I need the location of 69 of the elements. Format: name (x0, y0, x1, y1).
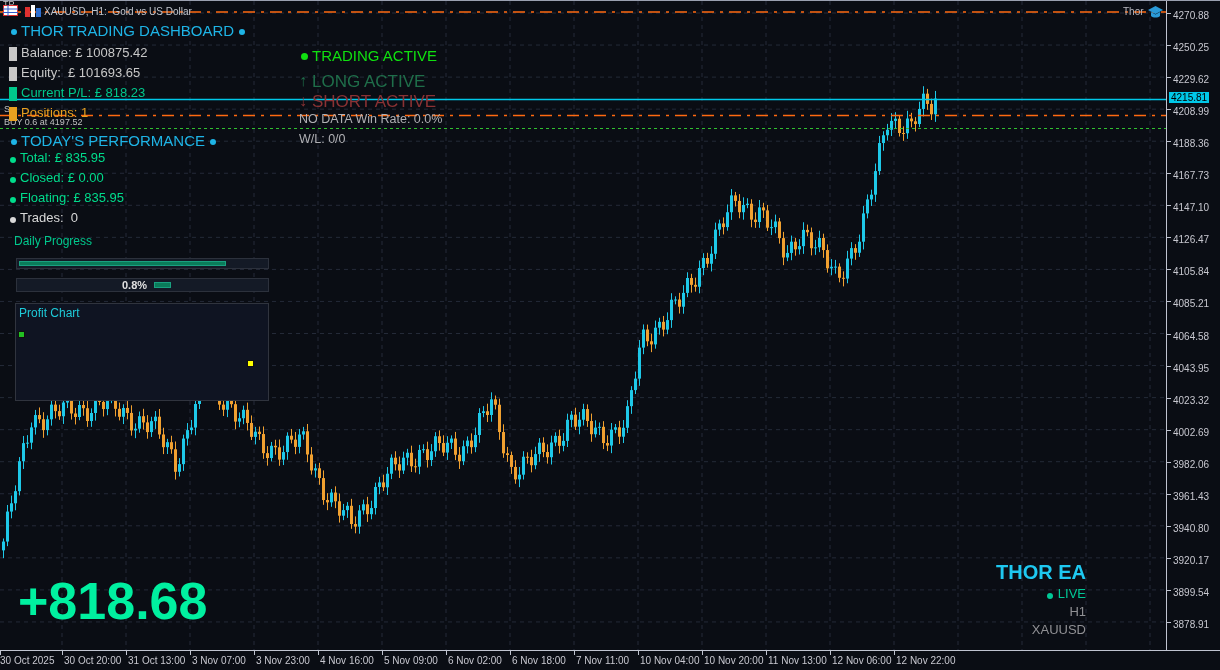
ea-title: THOR EA (996, 561, 1086, 584)
bullet-icon (11, 139, 17, 145)
profit-chart-title: Profit Chart (19, 307, 80, 321)
price-label: 4064.58 (1173, 329, 1210, 344)
symbol-label: XAUUSD (1031, 623, 1086, 638)
current-price-tag: 4215.81 (1169, 92, 1210, 103)
target-marker (153, 282, 171, 288)
stat-label: Balance: £ 100875.42 (21, 46, 148, 61)
live-label: LIVE (1057, 587, 1086, 602)
win-rate-label: NO DATA Win Rate: 0.0% (299, 112, 443, 127)
time-label: 4 Nov 16:00 (320, 654, 374, 668)
price-label: 3940.80 (1173, 521, 1210, 536)
price-label: 4147.10 (1173, 201, 1210, 216)
time-label: 12 Nov 22:00 (896, 654, 956, 668)
price-label: 4188.36 (1173, 137, 1210, 152)
live-dot-icon (1046, 593, 1053, 599)
price-label: 4023.32 (1173, 393, 1210, 408)
stat-label: Equity: £ 101693.65 (21, 66, 141, 81)
performance-label: Floating: £ 835.95 (20, 191, 125, 206)
time-label: 10 Nov 20:00 (704, 654, 764, 668)
performance-title: TODAY'S PERFORMANCE (21, 132, 205, 150)
dashboard-title: THOR TRADING DASHBOARD (21, 22, 235, 40)
price-label: 3961.43 (1173, 489, 1210, 504)
performance-label: Closed: £ 0.00 (20, 171, 104, 186)
time-label: 12 Nov 06:00 (832, 654, 892, 668)
time-label: 30 Oct 2025 (0, 654, 55, 668)
price-label: 4250.25 (1173, 41, 1210, 56)
time-label: 31 Oct 13:00 (128, 654, 186, 668)
stat-label: Current P/L: £ 818.23 (21, 86, 146, 101)
time-label: 5 Nov 09:00 (384, 654, 438, 668)
performance-label: Trades: 0 (20, 211, 79, 226)
long-status: LONG ACTIVE (312, 72, 426, 92)
price-label: 4270.88 (1173, 9, 1210, 23)
price-label: 4085.21 (1173, 297, 1210, 312)
price-label: 3920.17 (1173, 553, 1210, 568)
price-label: 4043.95 (1173, 361, 1210, 376)
time-label: 30 Oct 20:00 (64, 654, 122, 668)
time-label: 7 Nov 11:00 (576, 654, 630, 668)
bullet-icon (210, 139, 216, 145)
target-reading: 0.8% (122, 279, 148, 292)
price-label: 3982.06 (1173, 457, 1210, 472)
table-icon[interactable] (3, 5, 18, 16)
time-label: 11 Nov 13:00 (768, 654, 827, 668)
price-label: 3899.54 (1173, 585, 1210, 600)
time-label: 3 Nov 07:00 (192, 654, 246, 668)
bullet-icon (239, 29, 246, 35)
time-label: 10 Nov 04:00 (640, 654, 700, 668)
price-label: 4126.47 (1173, 233, 1210, 248)
time-label: 6 Nov 02:00 (448, 654, 502, 668)
chart-window-icon[interactable] (25, 5, 41, 17)
price-label: 4208.99 (1173, 105, 1210, 120)
graduation-cap-icon (1148, 6, 1163, 18)
performance-label: Total: £ 835.95 (20, 151, 106, 166)
time-label: 6 Nov 18:00 (512, 654, 566, 668)
arrow-icon: ↑ (299, 72, 307, 91)
price-label: 3878.91 (1173, 617, 1210, 632)
time-label: 3 Nov 23:00 (256, 654, 310, 668)
price-label: 4002.69 (1173, 425, 1210, 440)
trading-status: TRADING ACTIVE (312, 47, 438, 65)
price-label: 4229.62 (1173, 73, 1210, 88)
bullet-icon (11, 29, 17, 35)
progress-title: Daily Progress (14, 235, 93, 249)
timeframe-label: H1 (1069, 605, 1086, 620)
win-loss-label: W/L: 0/0 (299, 132, 346, 147)
price-label: 4105.84 (1173, 265, 1210, 280)
status-dot-icon (301, 53, 308, 60)
profit-value: +818.68 (18, 573, 208, 631)
price-label: 4167.73 (1173, 169, 1210, 184)
arrow-icon: ↓ (299, 92, 307, 111)
